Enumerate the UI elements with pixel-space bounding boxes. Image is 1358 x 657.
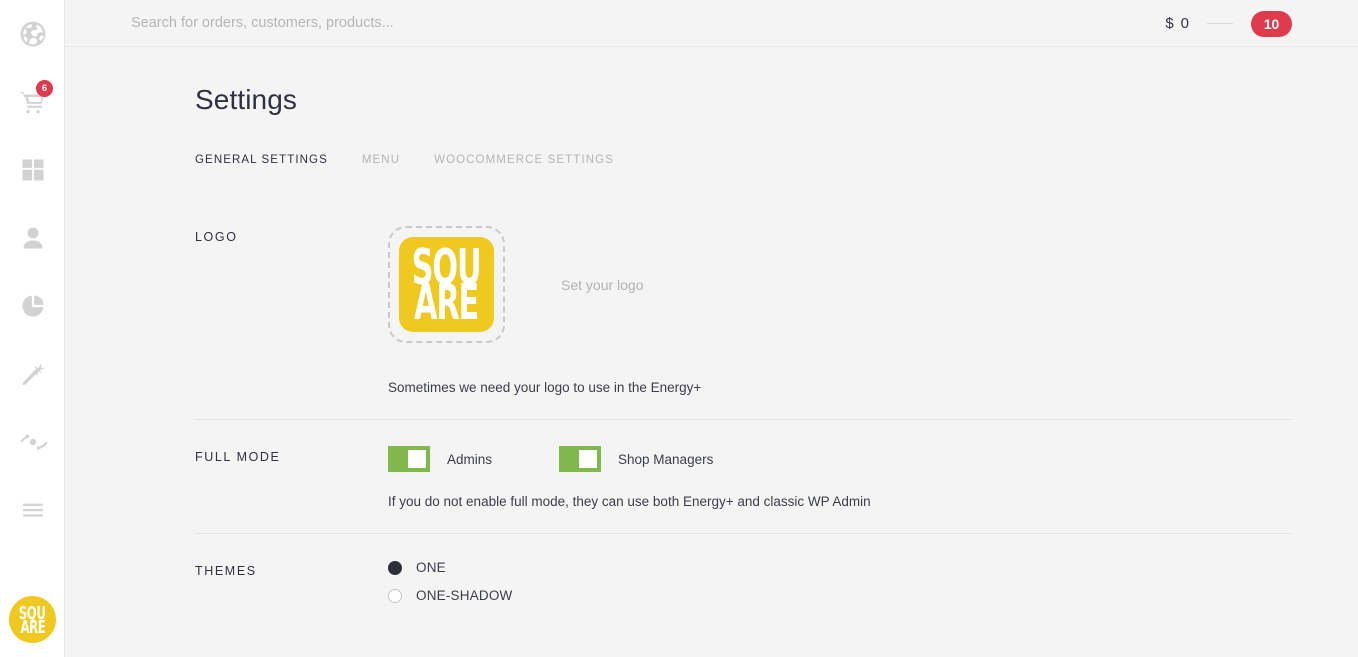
logo-upload-line: SQU ARE Set your logo [388, 226, 1292, 343]
topbar-divider [1207, 23, 1233, 24]
sidebar-item-preview[interactable] [0, 408, 65, 476]
settings-tabs: General settings Menu WooCommerce settin… [195, 154, 1358, 166]
tab-menu[interactable]: Menu [362, 154, 400, 166]
count-badge: 10 [1251, 10, 1292, 37]
section-full-mode-label: Full mode [195, 450, 281, 464]
carrot-icon [19, 360, 47, 388]
logo-helper-text: Sometimes we need your logo to use in th… [388, 380, 702, 395]
settings-content: Logo SQU ARE Set your logo Sometimes we … [65, 166, 1358, 627]
theme-radio-one[interactable] [388, 560, 402, 575]
toggle-shop-managers-knob [579, 450, 598, 468]
top-bar: $ 0 10 [65, 0, 1358, 47]
sidebar-item-products[interactable] [0, 340, 65, 408]
theme-radio-one-shadow[interactable] [388, 588, 402, 603]
tab-general-settings[interactable]: General settings [195, 154, 328, 166]
section-full-mode: Full mode Admins Sh [195, 420, 1292, 534]
orders-badge: 6 [36, 80, 53, 97]
page-title: Settings [195, 84, 297, 115]
pie-chart-icon [19, 292, 47, 320]
theme-option-one-shadow[interactable]: ONE-SHADOW [388, 588, 1292, 603]
user-icon [19, 224, 47, 252]
toggle-shop-managers-label: Shop Managers [618, 451, 714, 467]
sidebar-brand-logo[interactable]: SQU ARE [9, 596, 56, 643]
logo-dropzone[interactable]: SQU ARE [388, 226, 505, 343]
toggle-group-admins: Admins [388, 446, 492, 472]
sidebar-item-globe[interactable] [0, 0, 65, 68]
hamburger-icon [19, 496, 47, 524]
theme-label-one-shadow: ONE-SHADOW [416, 588, 513, 603]
eye-refresh-icon [19, 428, 47, 456]
sidebar-item-reports[interactable] [0, 272, 65, 340]
sidebar-item-menu[interactable] [0, 476, 65, 544]
sidebar: 6 SQU ARE [0, 0, 65, 657]
tab-woocommerce-settings[interactable]: WooCommerce settings [434, 154, 614, 166]
toggle-admins[interactable] [388, 446, 430, 472]
toggle-group-shop-managers: Shop Managers [559, 446, 713, 472]
toggle-admins-label: Admins [447, 451, 493, 467]
theme-label-one: ONE [416, 560, 446, 575]
main-area: $ 0 10 Settings General settings Menu Wo… [65, 0, 1358, 657]
logo-preview: SQU ARE [399, 237, 494, 332]
full-mode-helper-text: If you do not enable full mode, they can… [388, 494, 871, 509]
section-themes: Themes ONE ONE-SHADOW [195, 534, 1292, 627]
toggle-admins-knob [408, 450, 426, 468]
toggle-shop-managers[interactable] [559, 446, 602, 472]
theme-option-one[interactable]: ONE [388, 560, 1292, 575]
section-logo-label: Logo [195, 230, 238, 244]
globe-icon [18, 19, 48, 49]
section-full-mode-body: Admins Shop Managers If you do not enabl… [388, 446, 1292, 509]
logo-preview-line2: ARE [414, 272, 479, 330]
sidebar-item-customers[interactable] [0, 204, 65, 272]
grid-icon [19, 156, 47, 184]
currency-symbol: $ [1165, 15, 1174, 32]
brand-logo-line2: ARE [20, 615, 45, 638]
section-logo: Logo SQU ARE Set your logo Sometimes we … [195, 200, 1292, 420]
set-logo-button[interactable]: Set your logo [561, 277, 644, 293]
section-logo-body: SQU ARE Set your logo Sometimes we need … [388, 226, 1292, 395]
search-input[interactable] [131, 15, 771, 31]
revenue-total: $ 0 [1165, 15, 1189, 32]
full-mode-toggles: Admins Shop Managers [388, 446, 1292, 472]
app-root: 6 SQU ARE Search for orders, customers, … [0, 0, 1358, 657]
revenue-amount: 0 [1180, 15, 1189, 32]
section-themes-label: Themes [195, 564, 257, 578]
topbar-right: $ 0 10 [1165, 0, 1292, 47]
sidebar-item-dashboard[interactable] [0, 136, 65, 204]
sidebar-item-orders[interactable]: 6 [0, 68, 65, 136]
section-themes-body: ONE ONE-SHADOW [388, 560, 1292, 603]
